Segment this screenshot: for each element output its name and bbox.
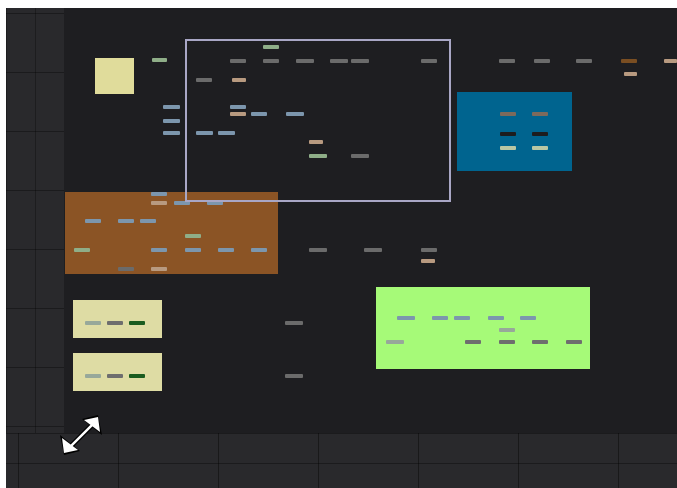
node[interactable]	[421, 259, 435, 263]
node[interactable]	[251, 248, 267, 252]
node[interactable]	[129, 374, 145, 378]
node[interactable]	[576, 59, 592, 63]
node[interactable]	[140, 219, 156, 223]
node[interactable]	[285, 374, 303, 378]
minimap-canvas[interactable]	[64, 8, 677, 433]
node[interactable]	[107, 374, 123, 378]
node[interactable]	[566, 340, 582, 344]
node[interactable]	[465, 340, 481, 344]
node[interactable]	[624, 72, 637, 76]
orange-frame[interactable]	[65, 192, 278, 274]
node[interactable]	[532, 340, 548, 344]
node[interactable]	[185, 248, 201, 252]
node[interactable]	[163, 131, 180, 135]
node[interactable]	[118, 267, 134, 271]
node[interactable]	[621, 59, 637, 63]
node[interactable]	[534, 59, 550, 63]
node[interactable]	[107, 321, 123, 325]
node[interactable]	[85, 374, 101, 378]
node[interactable]	[218, 248, 234, 252]
viewport-rectangle[interactable]	[185, 39, 451, 202]
node[interactable]	[500, 132, 516, 136]
node[interactable]	[151, 248, 167, 252]
khaki-square[interactable]	[95, 58, 134, 94]
vertical-ruler	[6, 8, 64, 433]
node[interactable]	[85, 219, 101, 223]
node[interactable]	[499, 59, 515, 63]
green-frame[interactable]	[376, 287, 590, 369]
node[interactable]	[432, 316, 448, 320]
node[interactable]	[85, 321, 101, 325]
node[interactable]	[421, 248, 437, 252]
node[interactable]	[151, 201, 167, 205]
khaki-frame-2[interactable]	[73, 353, 162, 391]
node[interactable]	[532, 132, 548, 136]
node[interactable]	[74, 248, 90, 252]
node[interactable]	[285, 321, 303, 325]
diagonal-resize-arrow-icon[interactable]	[58, 411, 108, 461]
khaki-frame-1[interactable]	[73, 300, 162, 338]
node[interactable]	[454, 316, 470, 320]
node[interactable]	[185, 234, 201, 238]
node[interactable]	[499, 328, 515, 332]
node[interactable]	[386, 340, 404, 344]
node[interactable]	[532, 112, 548, 116]
node[interactable]	[151, 192, 167, 196]
node[interactable]	[500, 112, 516, 116]
node[interactable]	[163, 105, 180, 109]
node[interactable]	[532, 146, 548, 150]
node[interactable]	[152, 58, 167, 62]
node[interactable]	[118, 219, 134, 223]
node[interactable]	[520, 316, 536, 320]
node[interactable]	[151, 267, 167, 271]
node[interactable]	[488, 316, 504, 320]
minimap-panel[interactable]	[6, 8, 677, 488]
node[interactable]	[664, 59, 677, 63]
node[interactable]	[397, 316, 415, 320]
node[interactable]	[163, 119, 180, 123]
node[interactable]	[364, 248, 382, 252]
node[interactable]	[129, 321, 145, 325]
node[interactable]	[309, 248, 327, 252]
node[interactable]	[500, 146, 516, 150]
node[interactable]	[499, 340, 515, 344]
